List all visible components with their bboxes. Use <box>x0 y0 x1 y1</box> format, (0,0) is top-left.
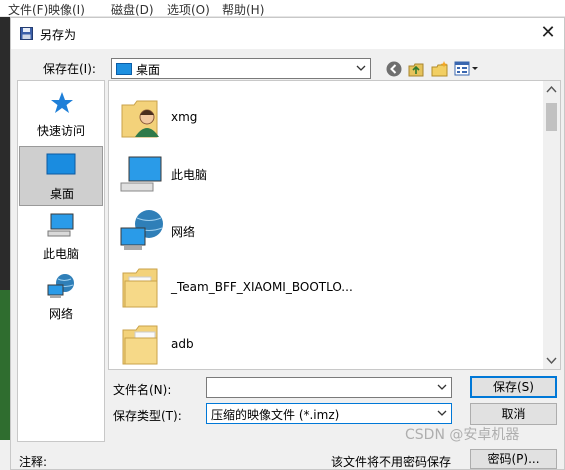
list-item[interactable]: _Team_BFF_XIAOMI_BOOTLO... <box>109 261 539 317</box>
title-bar: 另存为 ✕ <box>11 18 564 49</box>
list-item[interactable]: 此电脑 <box>109 147 539 203</box>
filetype-value: 压缩的映像文件 (*.imz) <box>211 408 340 422</box>
chevron-down-icon <box>437 410 447 416</box>
place-quick-access[interactable]: 快速访问 <box>19 89 103 149</box>
network-icon <box>120 210 163 250</box>
place-label-this-pc: 此电脑 <box>42 247 79 261</box>
save-as-dialog: 另存为 ✕ 保存在(I): 桌面 快速访问 桌面 此电脑 网络 xmg 此电脑 … <box>10 17 565 470</box>
computer-icon <box>47 213 74 237</box>
save-floppy-icon <box>20 27 33 40</box>
background-app-edge-green <box>0 290 10 440</box>
filename-label: 文件名(N): <box>113 383 172 397</box>
file-name: adb <box>171 337 194 351</box>
password-button[interactable]: 密码(P)... <box>470 449 557 469</box>
place-network[interactable]: 网络 <box>19 271 103 331</box>
file-name: _Team_BFF_XIAOMI_BOOTLO... <box>171 280 353 294</box>
place-desktop[interactable]: 桌面 <box>19 146 103 206</box>
save-in-combo[interactable]: 桌面 <box>111 58 371 79</box>
filetype-select[interactable]: 压缩的映像文件 (*.imz) <box>206 403 452 424</box>
list-item[interactable]: xmg <box>109 91 539 147</box>
place-this-pc[interactable]: 此电脑 <box>19 211 103 271</box>
list-item[interactable]: adb <box>109 318 539 369</box>
menu-disk[interactable]: 磁盘(D) <box>111 1 154 18</box>
computer-icon <box>120 156 162 192</box>
menu-help[interactable]: 帮助(H) <box>222 1 264 18</box>
places-bar: 快速访问 桌面 此电脑 网络 <box>17 80 105 442</box>
dialog-title: 另存为 <box>40 28 77 42</box>
app-menu-bar: 文件(F) 映像(I) 磁盘(D) 选项(O) 帮助(H) <box>0 0 565 17</box>
folder-icon <box>122 268 158 308</box>
scroll-down-icon[interactable] <box>546 355 557 365</box>
file-name: 此电脑 <box>171 168 208 182</box>
place-label-network: 网络 <box>48 307 73 321</box>
view-menu-icon[interactable] <box>454 60 480 78</box>
background-app-edge <box>0 17 10 290</box>
list-item[interactable]: 网络 <box>109 204 539 260</box>
scroll-up-icon[interactable] <box>546 85 557 95</box>
place-label-desktop: 桌面 <box>49 187 74 201</box>
chevron-down-icon <box>356 65 366 71</box>
network-icon <box>47 274 74 298</box>
up-folder-icon[interactable] <box>407 60 425 78</box>
folder-icon <box>122 325 158 365</box>
save-button[interactable]: 保存(S) <box>470 376 557 398</box>
desktop-icon <box>46 153 76 175</box>
desktop-icon <box>116 63 132 75</box>
file-list: xmg 此电脑 网络 _Team_BFF_XIAOMI_BOOTLO... ad… <box>108 80 561 370</box>
menu-options[interactable]: 选项(O) <box>167 1 210 18</box>
note-label: 注释: <box>19 455 48 469</box>
menu-image[interactable]: 映像(I) <box>48 1 85 18</box>
password-notice: 该文件将不用密码保存 <box>331 455 452 469</box>
close-button[interactable]: ✕ <box>536 23 560 45</box>
save-in-value: 桌面 <box>136 63 161 77</box>
vertical-scrollbar[interactable] <box>543 81 560 369</box>
scroll-thumb[interactable] <box>546 103 557 131</box>
new-folder-icon[interactable] <box>431 60 449 78</box>
back-icon[interactable] <box>385 60 403 78</box>
filetype-label: 保存类型(T): <box>113 409 182 423</box>
chevron-down-icon[interactable] <box>437 382 447 392</box>
filename-field[interactable] <box>206 377 452 398</box>
quick-access-star-icon <box>51 92 73 113</box>
place-label-quick-access: 快速访问 <box>36 124 85 138</box>
menu-file[interactable]: 文件(F) <box>8 1 48 18</box>
file-name: 网络 <box>171 225 196 239</box>
file-name: xmg <box>171 110 198 124</box>
save-in-label: 保存在(I): <box>43 62 96 76</box>
watermark: CSDN @安卓机器 <box>405 427 520 443</box>
cancel-button[interactable]: 取消 <box>470 403 557 425</box>
user-folder-icon <box>121 100 159 138</box>
